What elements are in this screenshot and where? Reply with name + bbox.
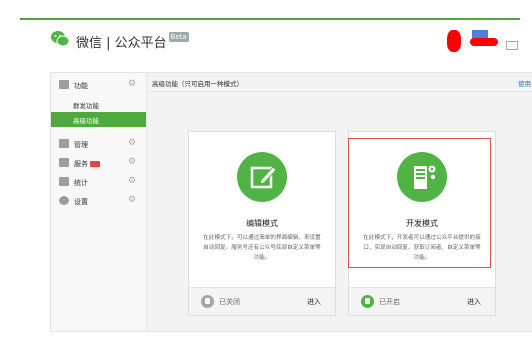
enter-button[interactable]: 进入 bbox=[467, 297, 481, 307]
gear-icon[interactable]: ⚙ bbox=[128, 157, 136, 167]
highlight-box bbox=[348, 138, 491, 268]
sidebar-item-label-service: 服务 bbox=[74, 159, 100, 169]
sidebar-subitem-mass-send[interactable]: 群发功能 bbox=[51, 97, 146, 112]
help-link[interactable]: 使用 bbox=[518, 78, 531, 88]
edit-icon bbox=[250, 166, 277, 189]
status-on-icon bbox=[361, 295, 374, 308]
redacted-avatar bbox=[447, 30, 461, 52]
sidebar-item-settings[interactable]: 设置 ⚙ bbox=[51, 192, 146, 210]
sidebar-item-label: 管理 bbox=[74, 141, 88, 149]
redacted-name bbox=[470, 38, 498, 46]
sidebar-item-label: 设置 bbox=[74, 198, 88, 206]
card-title: 编辑模式 bbox=[246, 219, 278, 228]
main-panel: 功能 ⚙ 群发功能 高级功能 管理 ⚙ 服务 ⚙ 统计 ⚙ 设置 ⚙ 高级功能（… bbox=[50, 72, 532, 332]
gear-icon[interactable]: ⚙ bbox=[128, 176, 136, 186]
account-badge bbox=[472, 30, 488, 38]
sidebar-item-stats[interactable]: 统计 ⚙ bbox=[51, 173, 146, 191]
gear-icon[interactable]: ⚙ bbox=[128, 79, 136, 89]
card-footer: 已开启 进入 bbox=[349, 287, 495, 315]
enter-button[interactable]: 进入 bbox=[307, 297, 321, 307]
platform-title-text: 微信 | 公众平台 bbox=[76, 36, 167, 51]
gear-icon bbox=[59, 196, 69, 205]
edit-mode-card[interactable]: 编辑模式 在此模式下，可以通过简单的界面编辑，来设置自动回复。服务号还有公众号底… bbox=[188, 131, 336, 316]
sidebar-subitem-label: 群发功能 bbox=[73, 102, 99, 110]
sidebar: 功能 ⚙ 群发功能 高级功能 管理 ⚙ 服务 ⚙ 统计 ⚙ 设置 ⚙ bbox=[51, 73, 147, 331]
beta-badge: Beta bbox=[168, 32, 189, 42]
status-text: 已开启 bbox=[379, 298, 400, 306]
service-icon bbox=[59, 158, 69, 167]
folder-icon bbox=[59, 139, 69, 148]
gear-icon[interactable]: ⚙ bbox=[128, 138, 136, 148]
card-footer: 已关闭 进入 bbox=[189, 287, 335, 315]
wechat-logo-icon bbox=[51, 31, 70, 47]
chart-icon bbox=[59, 177, 69, 186]
sidebar-item-manage[interactable]: 管理 ⚙ bbox=[51, 135, 146, 153]
gear-icon[interactable]: ⚙ bbox=[128, 195, 136, 205]
content-header: 高级功能（只可启用一种模式） 使用 bbox=[146, 73, 532, 92]
sidebar-item-features[interactable]: 功能 ⚙ bbox=[51, 76, 146, 94]
grid-icon bbox=[59, 80, 69, 89]
platform-title: 微信 | 公众平台 Beta bbox=[76, 32, 189, 51]
sidebar-item-label: 统计 bbox=[74, 179, 88, 187]
breadcrumb: 高级功能（只可启用一种模式） bbox=[152, 80, 243, 88]
status-text: 已关闭 bbox=[219, 298, 240, 306]
sidebar-item-service[interactable]: 服务 ⚙ bbox=[51, 154, 146, 172]
header: 微信 | 公众平台 Beta bbox=[0, 20, 532, 64]
edit-mode-circle bbox=[237, 152, 287, 202]
card-description: 在此模式下，可以通过简单的界面编辑，来设置自动回复。服务号还有公众号底部自定义菜… bbox=[203, 235, 321, 261]
new-badge bbox=[90, 161, 100, 167]
sidebar-item-label: 服务 bbox=[74, 160, 88, 168]
mail-icon[interactable] bbox=[506, 41, 518, 50]
sidebar-subitem-advanced[interactable]: 高级功能 bbox=[51, 112, 146, 127]
status-off-icon bbox=[201, 295, 214, 308]
sidebar-item-label: 功能 bbox=[74, 82, 88, 90]
sidebar-subitem-label: 高级功能 bbox=[73, 117, 99, 125]
